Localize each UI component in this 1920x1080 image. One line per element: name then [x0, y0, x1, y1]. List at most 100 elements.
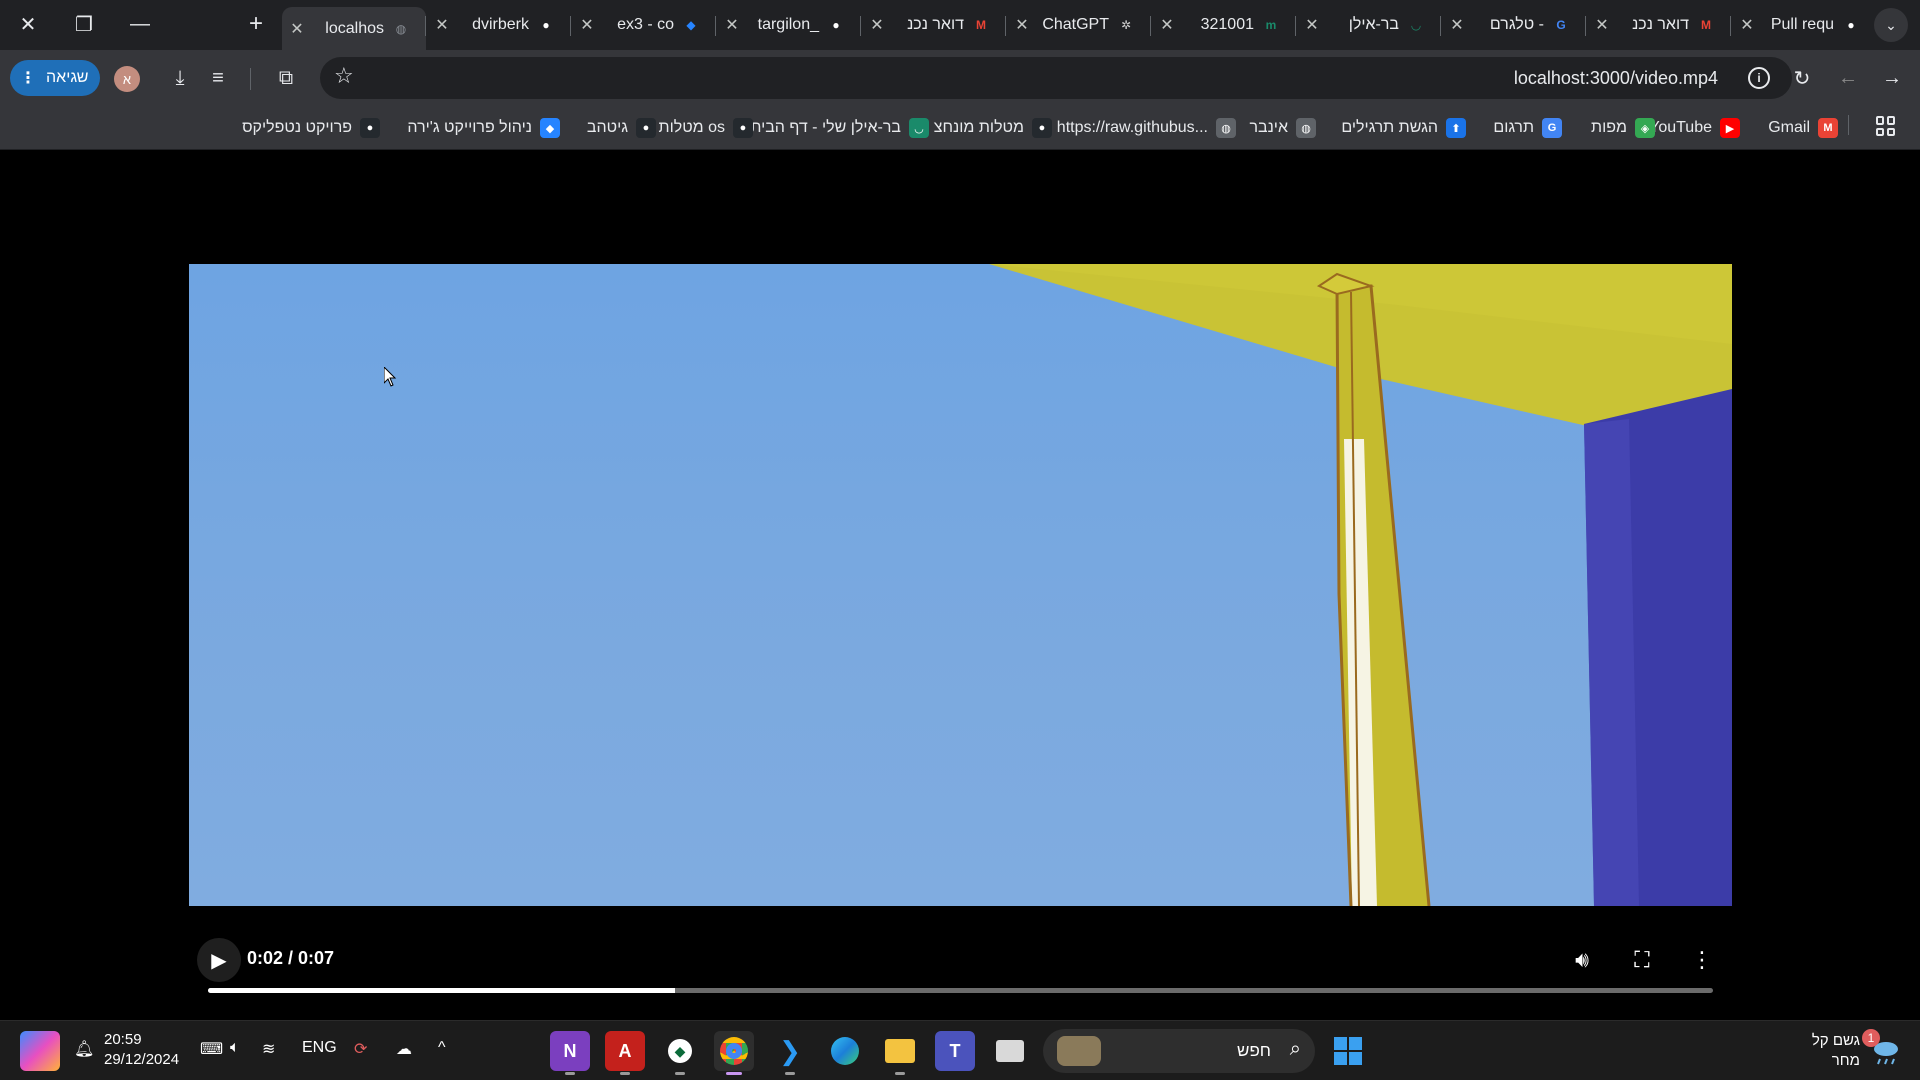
- tab-search-button[interactable]: ⌄: [1874, 8, 1908, 42]
- notifications-bell-icon[interactable]: 🔔︎: [74, 1039, 94, 1059]
- toolbar-divider: [250, 68, 251, 90]
- bookmarks-divider: [1848, 115, 1849, 135]
- bookmark-item[interactable]: מטלות os ●: [659, 117, 753, 139]
- video-player[interactable]: [189, 264, 1732, 906]
- address-bar[interactable]: ☆ localhost:3000/video.mp4 i: [320, 57, 1792, 99]
- seek-bar[interactable]: [208, 988, 1713, 993]
- url-text[interactable]: localhost:3000/video.mp4: [1514, 68, 1718, 89]
- bookmark-label: https://raw.githubus...: [1056, 119, 1208, 136]
- chevron-down-icon: ⌄: [1885, 16, 1897, 33]
- reading-list-button[interactable]: ≡: [202, 62, 234, 94]
- bookmark-label: ניהול פרוייקט ג'ירה: [407, 119, 532, 136]
- bookmark-item[interactable]: Gmail M: [1768, 117, 1838, 139]
- onedrive-icon[interactable]: ☁: [396, 1039, 412, 1059]
- tab-close-icon[interactable]: ✕: [862, 15, 892, 35]
- browser-tab[interactable]: ✕ targilon_ ●: [717, 7, 861, 43]
- onenote-icon[interactable]: N: [550, 1031, 590, 1075]
- fullscreen-button[interactable]: ⛶: [1626, 944, 1658, 976]
- volume-tray-icon[interactable]: 🔈︎: [230, 1039, 240, 1057]
- reload-button[interactable]: ↻: [1786, 62, 1818, 94]
- copilot-icon[interactable]: [20, 1031, 60, 1071]
- bookmark-item[interactable]: https://raw.githubus... ◍: [1057, 117, 1236, 139]
- browser-tab[interactable]: ✕ ChatGPT ✲: [1007, 7, 1151, 43]
- wifi-icon[interactable]: ≋: [262, 1039, 275, 1059]
- system-clock[interactable]: 20:59 29/12/2024: [104, 1030, 179, 1070]
- bookmark-item[interactable]: תרגום G: [1493, 117, 1562, 139]
- bookmark-item[interactable]: בר-אילן שלי - דף הבית ◡: [750, 117, 929, 139]
- volume-icon: 🔊︎: [1575, 947, 1589, 972]
- downloads-button[interactable]: ⤓: [164, 62, 196, 94]
- close-window-button[interactable]: ✕: [0, 4, 56, 44]
- forward-button[interactable]: →: [1876, 62, 1908, 94]
- tab-close-icon[interactable]: ✕: [1152, 15, 1182, 35]
- language-indicator[interactable]: ENG: [302, 1039, 337, 1057]
- tab-close-icon[interactable]: ✕: [717, 15, 747, 35]
- teams-icon[interactable]: T: [935, 1031, 975, 1071]
- browser-tab[interactable]: ✕ טלגרם - G: [1442, 7, 1586, 43]
- globe-icon: ◍: [395, 21, 407, 36]
- github-icon: ●: [542, 18, 550, 32]
- tab-close-icon[interactable]: ✕: [282, 19, 312, 39]
- weather-condition: גשם קל: [1811, 1032, 1860, 1049]
- vscode-icon[interactable]: ❯: [770, 1031, 810, 1075]
- bookmark-item[interactable]: אינבר ◍: [1249, 117, 1316, 139]
- error-button[interactable]: ⋮ שגיאה: [10, 60, 100, 96]
- minimize-window-button[interactable]: —: [112, 4, 168, 44]
- bookmark-item[interactable]: מטלות מונחצ ●: [934, 117, 1052, 139]
- maps-icon: ◈: [1635, 118, 1655, 138]
- github-icon: ●: [733, 118, 753, 138]
- browser-tab[interactable]: ✕ localhos ◍: [282, 7, 426, 50]
- error-button-label: שגיאה: [46, 69, 89, 86]
- clock-time: 20:59: [104, 1031, 142, 1048]
- browser-tab[interactable]: ✕ ex3 - co ◆: [572, 7, 716, 43]
- site-info-icon[interactable]: i: [1748, 67, 1770, 89]
- bookmark-item[interactable]: הגשת תרגילים ⬆: [1341, 117, 1466, 139]
- bookmark-item[interactable]: פרויקט נטפליקס ●: [242, 117, 380, 139]
- browser-tab[interactable]: ✕ dvirberk ●: [427, 7, 571, 43]
- bookmark-label: מפות: [1591, 119, 1627, 136]
- bookmark-item[interactable]: מפות ◈: [1591, 117, 1655, 139]
- restore-window-button[interactable]: ❐: [56, 4, 112, 44]
- edge-icon[interactable]: [825, 1031, 865, 1071]
- tab-close-icon[interactable]: ✕: [1007, 15, 1037, 35]
- tab-title: Pull requ: [1770, 16, 1834, 33]
- tab-close-icon[interactable]: ✕: [572, 15, 602, 35]
- more-vertical-icon: ⋮: [1691, 947, 1713, 972]
- tab-close-icon[interactable]: ✕: [427, 15, 457, 35]
- chevron-up-icon[interactable]: ^: [438, 1039, 446, 1057]
- task-view-icon[interactable]: [990, 1031, 1030, 1071]
- bookmark-item[interactable]: גיטהב ●: [587, 117, 656, 139]
- back-button[interactable]: ←: [1832, 62, 1864, 94]
- bookmark-item[interactable]: YouTube ▶: [1649, 117, 1740, 139]
- chrome-icon[interactable]: [714, 1031, 754, 1075]
- tab-close-icon[interactable]: ✕: [1732, 15, 1762, 35]
- more-options-button[interactable]: ⋮: [1686, 944, 1718, 976]
- tab-title: דואר נכנ: [1632, 16, 1689, 33]
- browser-tab[interactable]: ✕ דואר נכנ M: [1587, 7, 1731, 43]
- acrobat-icon[interactable]: A: [605, 1031, 645, 1075]
- new-tab-button[interactable]: +: [240, 8, 272, 40]
- restore-icon: ❐: [75, 13, 93, 36]
- bookmark-item[interactable]: ניהול פרוייקט ג'ירה ◆: [407, 117, 560, 139]
- start-button[interactable]: [1328, 1031, 1368, 1071]
- file-explorer-icon[interactable]: [880, 1031, 920, 1075]
- tab-title: targilon_: [757, 16, 819, 33]
- tab-close-icon[interactable]: ✕: [1587, 15, 1617, 35]
- browser-tab[interactable]: ✕ Pull requ ●: [1732, 7, 1876, 43]
- sync-icon[interactable]: ⟳: [354, 1039, 367, 1059]
- browser-tab[interactable]: ✕ בר-אילן ◡: [1297, 7, 1441, 43]
- tab-close-icon[interactable]: ✕: [1297, 15, 1327, 35]
- apps-grid-icon[interactable]: [1876, 116, 1896, 136]
- browser-tab[interactable]: ✕ דואר נכנ M: [862, 7, 1006, 43]
- volume-button[interactable]: 🔊︎: [1566, 944, 1598, 976]
- play-button[interactable]: ▶: [197, 938, 241, 982]
- meet-now-icon[interactable]: ⌨: [200, 1039, 223, 1059]
- tab-close-icon[interactable]: ✕: [1442, 15, 1472, 35]
- bookmark-star-icon[interactable]: ☆: [334, 63, 354, 89]
- extensions-button[interactable]: ⧉: [270, 62, 302, 94]
- weather-widget[interactable]: גשם קל מחר: [1812, 1031, 1860, 1071]
- browser-tab[interactable]: ✕ 321001 m: [1152, 7, 1296, 43]
- profile-avatar[interactable]: א: [114, 66, 140, 92]
- taskbar-search[interactable]: חפש ⌕: [1043, 1029, 1315, 1073]
- mongodb-compass-icon[interactable]: ◆: [660, 1031, 700, 1075]
